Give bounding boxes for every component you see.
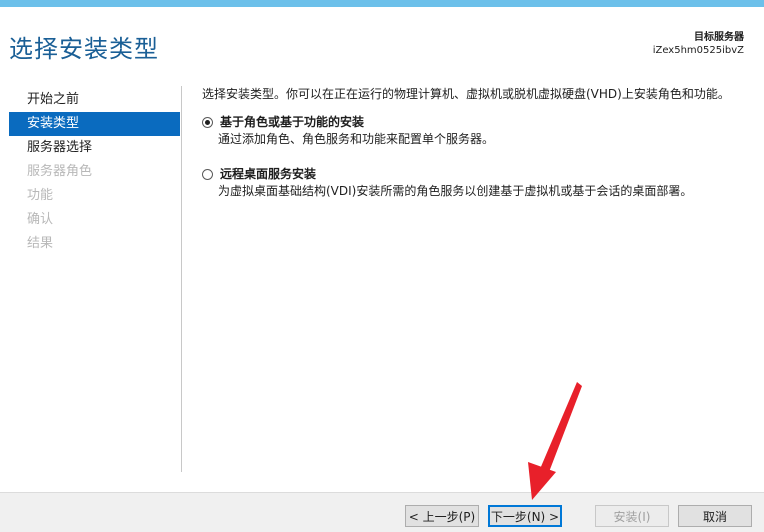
intro-text: 选择安装类型。你可以在正在运行的物理计算机、虚拟机或脱机虚拟硬盘(VHD)上安装…: [202, 87, 730, 101]
nav-item-confirmation: 确认: [27, 212, 54, 227]
previous-button[interactable]: < 上一步(P): [405, 505, 479, 527]
destination-server-info: 目标服务器 iZex5hm0525ibvZ: [653, 31, 744, 57]
wizard-footer: < 上一步(P) 下一步(N) > 安装(I) 取消: [0, 492, 764, 532]
destination-server-label: 目标服务器: [694, 32, 744, 43]
radio-role-based[interactable]: [202, 117, 213, 128]
nav-item-before-you-begin[interactable]: 开始之前: [9, 88, 180, 112]
option-remote-desktop-desc: 为虚拟桌面基础结构(VDI)安装所需的角色服务以创建基于虚拟机或基于会话的桌面部…: [218, 184, 693, 198]
annotation-arrow-icon: [528, 382, 582, 500]
nav-divider: [181, 86, 182, 472]
cancel-button[interactable]: 取消: [678, 505, 752, 527]
option-role-based[interactable]: 基于角色或基于功能的安装 通过添加角色、角色服务和功能来配置单个服务器。: [202, 114, 747, 148]
install-button: 安装(I): [595, 505, 669, 527]
destination-server-name: iZex5hm0525ibvZ: [652, 45, 744, 56]
nav-item-server-selection[interactable]: 服务器选择: [9, 136, 180, 160]
next-button[interactable]: 下一步(N) >: [488, 505, 562, 527]
option-remote-desktop-label[interactable]: 远程桌面服务安装: [220, 166, 316, 183]
option-role-based-label[interactable]: 基于角色或基于功能的安装: [220, 114, 364, 131]
option-remote-desktop[interactable]: 远程桌面服务安装 为虚拟桌面基础结构(VDI)安装所需的角色服务以创建基于虚拟机…: [202, 166, 747, 200]
radio-remote-desktop[interactable]: [202, 169, 213, 180]
page-title: 选择安装类型: [9, 35, 159, 63]
nav-item-server-roles: 服务器角色: [27, 164, 93, 179]
window-top-bar: [0, 0, 764, 7]
nav-item-installation-type[interactable]: 安装类型: [9, 112, 180, 136]
main-content: 选择安装类型。你可以在正在运行的物理计算机、虚拟机或脱机虚拟硬盘(VHD)上安装…: [202, 86, 747, 218]
nav-item-results: 结果: [27, 236, 54, 251]
nav-item-features: 功能: [27, 188, 54, 203]
wizard-nav: 开始之前 安装类型 服务器选择 服务器角色 功能 确认 结果: [9, 88, 180, 256]
option-role-based-desc: 通过添加角色、角色服务和功能来配置单个服务器。: [218, 132, 495, 146]
